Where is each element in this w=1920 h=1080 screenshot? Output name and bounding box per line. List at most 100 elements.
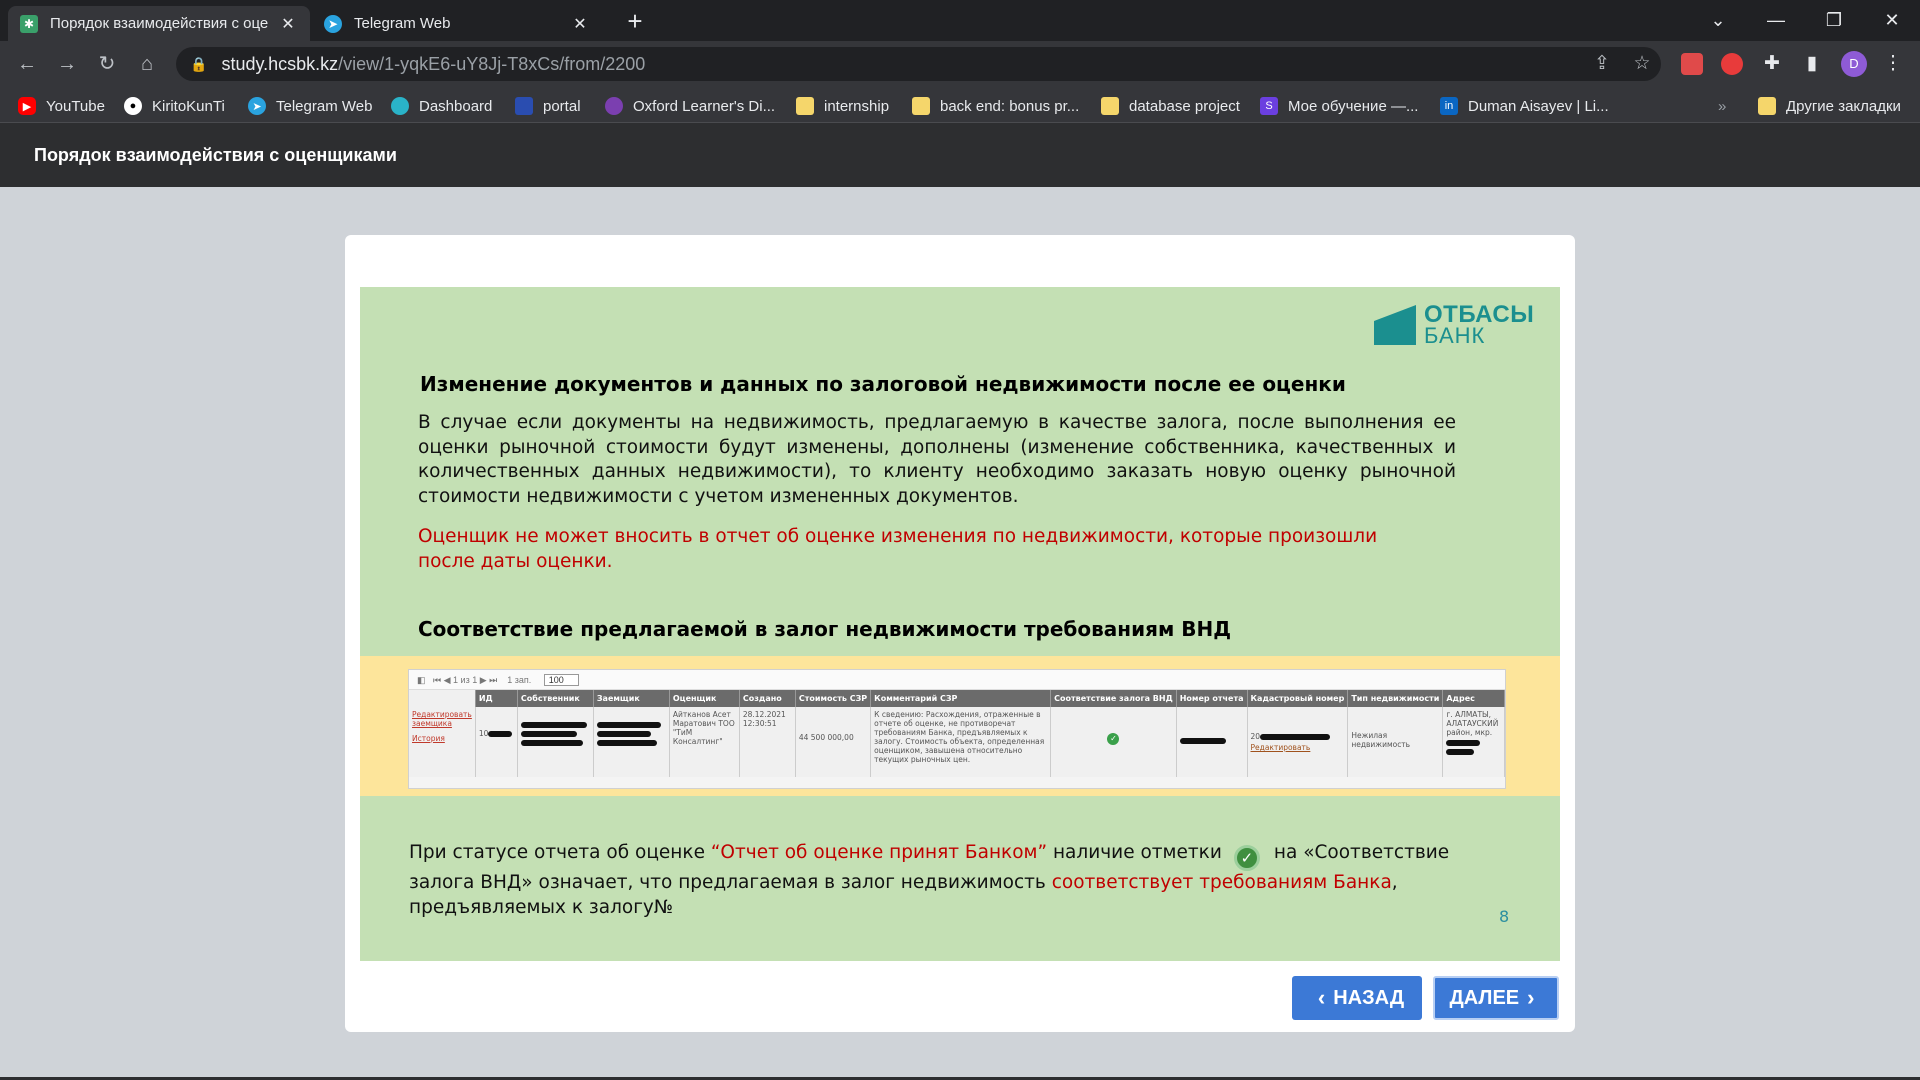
cell-created: 28.12.2021 12:30:51 [739,707,796,777]
bookmark-github[interactable]: ● KiritoKunTi [124,95,225,117]
bank-logo-mark-icon [1374,305,1416,345]
table-pager: ◧ ⏮ ◀ 1 из 1 ▶ ⏭ 1 зап. 100 [409,670,1505,690]
minimize-button[interactable]: — [1748,0,1804,41]
bookmark-dashboard[interactable]: Dashboard [391,95,492,117]
bookmarks-bar: ▶ YouTube ● KiritoKunTi ➤ Telegram Web Dash… [0,87,1920,123]
column-header: Оценщик [669,690,740,707]
close-tab-icon[interactable]: ✕ [278,14,298,34]
url-path: /view/1-yqkE6-uY8Jj-T8xCs/from/2200 [338,53,646,74]
bookmark-label: Другие закладки [1786,97,1901,115]
oxford-icon [605,97,623,115]
new-tab-button[interactable]: + [620,6,650,36]
next-label: ДАЛЕЕ [1449,986,1520,1009]
slide-warning: Оценщик не может вносить в отчет об оцен… [418,526,1378,572]
next-button[interactable]: ДАЛЕЕ › [1433,976,1559,1020]
extension-circle-icon[interactable] [1721,53,1743,75]
bookmark-backend[interactable]: back end: bonus pr... [912,95,1079,117]
green-check-icon: ✓ [1233,845,1260,871]
cell-report-number [1176,707,1248,777]
bookmark-label: Dashboard [419,97,493,115]
bookmark-portal[interactable]: portal [515,95,581,117]
folder-icon [1758,97,1776,115]
column-header: Соответствие залога ВНД [1050,690,1177,707]
report-status-text: “Отчет об оценке принят Банком” [710,842,1048,863]
slide-bottom-text: При статусе отчета об оценке “Отчет об о… [409,842,1450,918]
bookmark-youtube[interactable]: ▶ YouTube [18,95,105,117]
cell-comment: К сведению: Расхождения, отраженные в от… [870,707,1052,777]
slide-heading-1: Изменение документов и данных по залогов… [420,372,1346,396]
share-icon[interactable]: ⇪ [1587,49,1617,79]
bookmark-linkedin[interactable]: in Duman Aisayev | Li... [1440,95,1609,117]
back-label: НАЗАД [1333,986,1405,1009]
bookmark-internship[interactable]: internship [796,95,889,117]
history-link: История [412,734,445,743]
row-actions: Редактировать заемщика История [409,707,476,777]
bookmark-star-icon[interactable]: ☆ [1627,49,1657,79]
logo-text-line2: БАНК [1424,323,1486,348]
forward-arrow-icon[interactable]: → [52,49,82,79]
bookmark-label: portal [543,97,581,115]
back-arrow-icon[interactable]: ← [12,49,42,79]
bookmark-label: back end: bonus pr... [940,97,1080,115]
extensions-puzzle-icon[interactable]: ✚ [1757,49,1787,79]
course-header: Порядок взаимодействия с оценщиками [0,123,1920,187]
bookmarks-overflow-button[interactable]: » [1718,95,1726,117]
cell-appraiser: Айтканов Асет Маратович ТОО "ТиМ Консалт… [669,707,740,777]
pager-records: 1 зап. [507,675,532,685]
column-header: Собственник [517,690,594,707]
screenshot-table: ИД Собственник Заемщик Оценщик Создано С… [409,690,1505,777]
bookmark-oxford[interactable]: Oxford Learner's Di... [605,95,775,117]
bank-requirements-text: соответствует требованиям Банка [1051,872,1392,893]
otbasy-bank-logo: ОТБАСЫ БАНК [1374,301,1534,348]
side-panel-icon[interactable]: ▮ [1797,49,1827,79]
cell-compliance: ✓ [1050,707,1177,777]
telegram-icon: ➤ [248,97,266,115]
course-title: Порядок взаимодействия с оценщиками [34,145,397,165]
menu-kebab-icon[interactable]: ⋮ [1878,49,1908,79]
bookmark-label: YouTube [46,97,105,115]
bookmark-label: Telegram Web [276,97,373,115]
home-icon[interactable]: ⌂ [132,49,162,79]
table-row: Редактировать заемщика История 10 Айткан… [409,707,1505,777]
slide-page-number: 8 [1499,907,1510,926]
reload-icon[interactable]: ↻ [92,49,122,79]
bookmark-label: Duman Aisayev | Li... [1468,97,1609,115]
folder-icon [796,97,814,115]
column-header: Номер отчета [1176,690,1248,707]
close-tab-icon[interactable]: ✕ [570,14,590,34]
column-header: Комментарий СЗР [870,690,1052,707]
dashboard-icon [391,97,409,115]
bookmark-learning[interactable]: S Мое обучение —... [1260,95,1418,117]
tab-telegram[interactable]: ➤ Telegram Web ✕ [312,6,602,41]
bookmark-label: internship [824,97,890,115]
linkedin-icon: in [1440,97,1458,115]
other-bookmarks-folder[interactable]: Другие закладки [1758,95,1901,117]
folder-icon [1101,97,1119,115]
bookmark-label: database project [1129,97,1240,115]
tab-active[interactable]: ✱ Порядок взаимодействия с оце ✕ [8,6,310,41]
slide-paragraph: В случае если документы на недвижимость,… [418,412,1456,507]
cell-owner [517,707,594,777]
cell-address: г. АЛМАТЫ, АЛАТАУСКИЙ район, мкр. [1442,707,1505,777]
column-header: Адрес [1442,690,1505,707]
profile-avatar[interactable]: D [1841,51,1867,77]
tab-title: Telegram Web [354,15,451,32]
compliance-check-icon: ✓ [1107,733,1120,745]
tab-search-icon[interactable]: ⌄ [1690,0,1746,41]
restore-button[interactable]: ❐ [1806,0,1862,41]
address-bar[interactable]: 🔒 study.hcsbk.kz/view/1-yqkE6-uY8Jj-T8xC… [176,47,1661,81]
embedded-table-screenshot: ◧ ⏮ ◀ 1 из 1 ▶ ⏭ 1 зап. 100 ИД Собственн… [408,669,1506,789]
lock-icon: 🔒 [190,55,208,72]
bookmark-database[interactable]: database project [1101,95,1240,117]
extension-record-icon[interactable] [1681,53,1703,75]
site-favicon-icon: ✱ [20,14,38,33]
column-header: Стоимость СЗР [795,690,872,707]
back-button[interactable]: ‹ НАЗАД [1292,976,1422,1020]
column-header: Создано [739,690,796,707]
tab-title: Порядок взаимодействия с оце [50,15,269,32]
table-header-row: ИД Собственник Заемщик Оценщик Создано С… [409,690,1505,707]
browser-tab-strip: ✱ Порядок взаимодействия с оце ✕ ➤ Teleg… [0,0,1920,41]
column-header: Заемщик [593,690,670,707]
close-window-button[interactable]: ✕ [1864,0,1920,41]
bookmark-telegram[interactable]: ➤ Telegram Web [248,95,372,117]
